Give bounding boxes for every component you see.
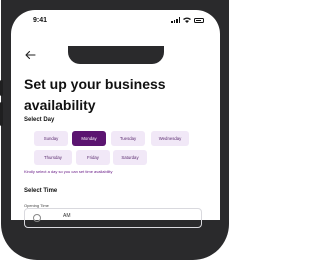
day-chip-sunday[interactable]: Sunday xyxy=(34,131,68,146)
day-chip-friday[interactable]: Friday xyxy=(76,150,110,165)
clock-icon xyxy=(33,214,41,222)
day-chip-tuesday[interactable]: Tuesday xyxy=(111,131,145,146)
select-day-label: Select Day xyxy=(24,117,55,123)
opening-time-value: AM xyxy=(63,213,71,219)
day-chip-wednesday[interactable]: Wednesday xyxy=(151,131,189,146)
status-icons xyxy=(171,17,204,23)
day-chip-saturday[interactable]: Saturday xyxy=(113,150,147,165)
phone-notch xyxy=(68,46,164,64)
select-day-hint: Kindly select a day so you can set time … xyxy=(24,169,113,174)
select-time-label: Select Time xyxy=(24,188,58,194)
day-chip-monday[interactable]: Monday xyxy=(72,131,106,146)
signal-icon xyxy=(171,17,180,23)
status-time: 9:41 xyxy=(33,17,48,24)
battery-icon xyxy=(194,17,204,23)
phone-side-button xyxy=(0,80,3,96)
day-chip-thursday[interactable]: Thursday xyxy=(34,150,72,165)
page-title: Set up your business availability xyxy=(24,76,166,113)
status-bar: 9:41 xyxy=(11,10,220,28)
wifi-icon xyxy=(183,17,191,23)
arrow-left-icon[interactable] xyxy=(24,50,36,60)
phone-side-button xyxy=(0,102,3,126)
opening-time-field[interactable]: AM xyxy=(24,208,202,228)
